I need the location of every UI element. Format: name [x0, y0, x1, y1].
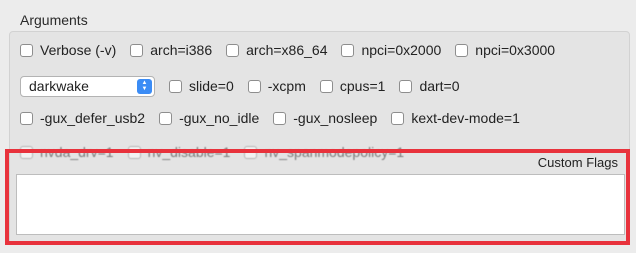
checkbox-kext-dev-mode[interactable]: kext-dev-mode=1	[391, 110, 520, 126]
checkbox-box[interactable]	[159, 111, 173, 125]
checkbox-gux-no-idle[interactable]: -gux_no_idle	[159, 110, 259, 126]
checkbox-label: slide=0	[189, 78, 234, 94]
checkbox-box[interactable]	[20, 111, 33, 125]
custom-flags-label: Custom Flags	[537, 155, 618, 170]
checkbox-label: Verbose (-v)	[40, 42, 117, 58]
checkbox-label: npci=0x3000	[475, 42, 556, 58]
checkbox-label: -gux_nosleep	[293, 110, 378, 126]
checkbox-row-2: darkwake ▲ ▼ slide=0 -xcpm cpus=1 dart=0	[20, 75, 474, 97]
custom-flags-field[interactable]	[16, 174, 625, 235]
checkbox-gux-nosleep[interactable]: -gux_nosleep	[273, 110, 377, 126]
checkbox-label: dart=0	[419, 78, 460, 94]
dropdown-value: darkwake	[29, 78, 89, 94]
checkbox-box[interactable]	[247, 79, 261, 93]
checkbox-box[interactable]	[455, 43, 469, 57]
checkbox-box[interactable]	[169, 79, 182, 93]
arguments-title: Arguments	[20, 12, 88, 28]
checkbox-dart-0[interactable]: dart=0	[399, 78, 460, 94]
checkbox-row-3: -gux_defer_usb2 -gux_no_idle -gux_noslee…	[20, 107, 534, 129]
checkbox-box[interactable]	[20, 43, 33, 57]
checkbox-label: kext-dev-mode=1	[411, 110, 520, 126]
checkbox-box[interactable]	[226, 43, 240, 57]
checkbox-label: -gux_defer_usb2	[40, 110, 146, 126]
checkbox-npci-0x3000[interactable]: npci=0x3000	[455, 42, 555, 58]
checkbox-arch-x86-64[interactable]: arch=x86_64	[226, 42, 327, 58]
chevron-up-down-icon[interactable]: ▲ ▼	[137, 78, 152, 94]
checkbox-box[interactable]	[391, 111, 405, 125]
checkbox-label: arch=i386	[150, 42, 213, 58]
checkbox-npci-0x2000[interactable]: npci=0x2000	[341, 42, 441, 58]
checkbox-verbose[interactable]: Verbose (-v)	[20, 42, 116, 58]
checkbox-slide-0[interactable]: slide=0	[169, 78, 234, 94]
checkbox-box[interactable]	[319, 79, 333, 93]
checkbox-box[interactable]	[273, 111, 287, 125]
checkbox-label: -xcpm	[267, 78, 306, 94]
darkwake-dropdown[interactable]: darkwake ▲ ▼	[20, 75, 155, 97]
checkbox-label: cpus=1	[339, 78, 386, 94]
checkbox-label: arch=x86_64	[246, 42, 328, 58]
checkbox-arch-i386[interactable]: arch=i386	[130, 42, 212, 58]
checkbox-box[interactable]	[399, 79, 413, 93]
checkbox-cpus-1[interactable]: cpus=1	[319, 78, 386, 94]
checkbox-row-1: Verbose (-v) arch=i386 arch=x86_64 npci=…	[20, 39, 555, 61]
checkbox-box[interactable]	[341, 43, 355, 57]
checkbox-box[interactable]	[130, 43, 144, 57]
checkbox-label: npci=0x2000	[361, 42, 442, 58]
checkbox-xcpm[interactable]: -xcpm	[247, 78, 306, 94]
checkbox-gux-defer-usb2[interactable]: -gux_defer_usb2	[20, 110, 145, 126]
checkbox-label: -gux_no_idle	[179, 110, 260, 126]
